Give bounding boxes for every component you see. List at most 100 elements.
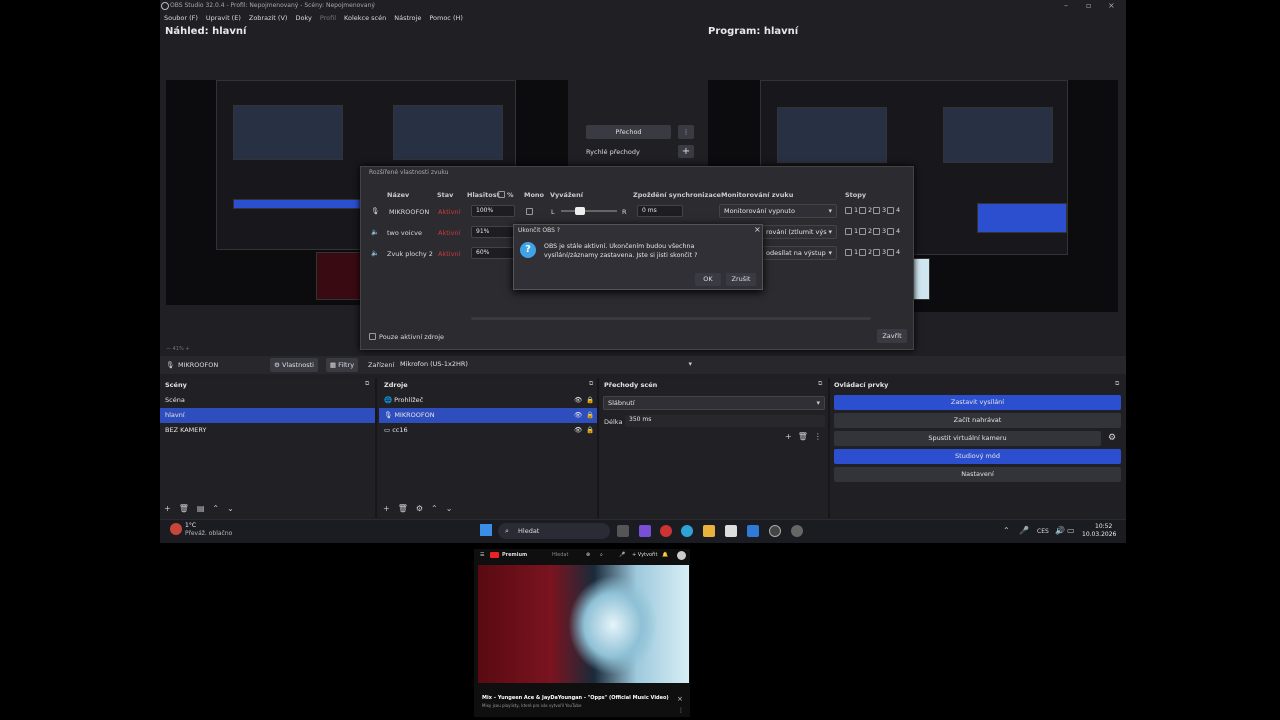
visibility-eye-icon[interactable]: 👁 [574, 408, 582, 423]
monitor-select[interactable]: rování (ztlumit výs [761, 225, 837, 239]
scene-item[interactable]: hlavní [160, 408, 375, 423]
visibility-eye-icon[interactable]: 👁 [574, 393, 582, 408]
balance-slider-handle[interactable] [575, 207, 585, 215]
file-explorer-icon[interactable] [703, 525, 715, 537]
task-view-icon[interactable] [617, 525, 629, 537]
search-icon[interactable]: ⌕ [600, 552, 603, 558]
track-checkbox[interactable] [859, 228, 866, 235]
scene-item[interactable]: BEZ KAMERY [160, 423, 375, 438]
menu-item[interactable]: Pomoc (H) [429, 12, 463, 24]
down-icon[interactable]: ⌄ [446, 504, 453, 513]
scene-item[interactable]: Scéna [160, 393, 375, 408]
filters-button[interactable]: ▦ Filtry [326, 358, 358, 372]
edge-icon[interactable] [681, 525, 693, 537]
mic-icon[interactable]: 🎤 [619, 552, 625, 558]
source-item[interactable]: 🎙 MIKROOFON 👁 🔒 [379, 408, 597, 423]
lock-icon[interactable]: 🔒 [586, 408, 594, 423]
track-checkbox[interactable] [887, 207, 894, 214]
duration-spinbox[interactable]: 350 ms [625, 415, 825, 427]
close-icon[interactable]: × [1108, 0, 1115, 12]
trash-icon[interactable]: 🗑 [798, 432, 808, 441]
confirm-ok-button[interactable]: OK [695, 273, 721, 286]
trash-icon[interactable]: 🗑 [398, 504, 408, 513]
maximize-icon[interactable]: ▫ [1086, 0, 1091, 12]
device-select[interactable]: Mikrofon (US-1x2HR) [396, 358, 696, 372]
balance-slider[interactable] [561, 207, 617, 215]
language-indicator[interactable]: CES [1037, 528, 1049, 535]
up-icon[interactable]: ⌃ [212, 504, 219, 513]
properties-button[interactable]: ⚙ Vlastnosti [270, 358, 318, 372]
transition-button[interactable]: Přechod [586, 125, 671, 139]
close-icon[interactable]: ⊗ [586, 552, 590, 558]
tray-chevron-icon[interactable]: ⌃ [1003, 526, 1010, 535]
monitor-select[interactable]: Monitorování vypnuto [719, 204, 837, 218]
menu-item[interactable]: Kolekce scén [344, 12, 386, 24]
notifications-icon[interactable]: 🔔 [662, 552, 668, 558]
add-icon[interactable]: + [164, 504, 171, 513]
create-button[interactable]: + Vytvořit [632, 552, 657, 558]
filter-icon[interactable]: ▤ [197, 504, 205, 513]
close-icon[interactable]: × [677, 695, 683, 703]
settings-taskbar-icon[interactable] [791, 525, 803, 537]
menu-icon[interactable]: ☰ [480, 552, 484, 558]
more-icon[interactable]: ⋮ [814, 432, 822, 441]
lock-icon[interactable]: 🔒 [586, 393, 594, 408]
add-quick-transition-icon[interactable]: + [678, 145, 694, 158]
gear-icon[interactable]: ⚙ [416, 504, 423, 513]
transition-type-select[interactable]: Slábnutí [603, 396, 825, 410]
track-checkbox[interactable] [887, 249, 894, 256]
add-icon[interactable]: + [785, 432, 792, 441]
menu-item[interactable]: Soubor (F) [164, 12, 198, 24]
transition-menu-icon[interactable]: ⋮ [678, 125, 694, 139]
track-checkbox[interactable] [845, 249, 852, 256]
monitor-select[interactable]: odesílat na výstup [761, 246, 837, 260]
app-icon[interactable] [660, 525, 672, 537]
control-button[interactable]: Nastavení [834, 467, 1121, 482]
down-icon[interactable]: ⌄ [227, 504, 234, 513]
copilot-icon[interactable] [639, 525, 651, 537]
track-checkbox[interactable] [887, 228, 894, 235]
lock-icon[interactable]: 🔒 [586, 423, 594, 438]
confirm-cancel-button[interactable]: Zrušit [726, 273, 756, 286]
video-title[interactable]: Mix – Yungeen Ace & JayDaYoungan - "Opps… [482, 695, 682, 701]
only-active-checkbox[interactable] [369, 333, 376, 340]
avatar[interactable] [677, 551, 686, 560]
more-icon[interactable]: ⋮ [678, 707, 684, 714]
clock-date[interactable]: 10.03.2026 [1082, 531, 1116, 538]
trash-icon[interactable]: 🗑 [179, 504, 189, 513]
sync-offset-spinbox[interactable]: 0 ms [637, 205, 683, 217]
store-icon[interactable] [725, 525, 737, 537]
virtual-cam-settings-icon[interactable]: ⚙ [1108, 433, 1116, 443]
menu-item[interactable]: Upravit (E) [206, 12, 241, 24]
track-checkbox[interactable] [873, 249, 880, 256]
up-icon[interactable]: ⌃ [431, 504, 438, 513]
control-button[interactable]: Spustit virtuální kameru [834, 431, 1101, 446]
control-button[interactable]: Začít nahrávat [834, 413, 1121, 428]
windows-start-icon[interactable] [480, 524, 492, 536]
microphone-tray-icon[interactable]: 🎤 [1019, 526, 1029, 535]
taskbar-search[interactable]: ⌕ Hledat [498, 523, 610, 539]
visibility-eye-icon[interactable]: 👁 [574, 423, 582, 438]
horizontal-scrollbar[interactable] [471, 317, 871, 320]
track-checkbox[interactable] [859, 249, 866, 256]
clock-time[interactable]: 10:52 [1095, 523, 1112, 530]
confirm-close-icon[interactable]: × [754, 225, 761, 234]
dock-float-icon[interactable]: ⧉ [1115, 380, 1119, 388]
track-checkbox[interactable] [859, 207, 866, 214]
yt-search-placeholder[interactable]: Hledat [552, 552, 568, 558]
add-icon[interactable]: + [383, 504, 390, 513]
dock-float-icon[interactable]: ⧉ [365, 380, 369, 388]
volume-spinbox[interactable]: 91% [471, 226, 515, 238]
control-button[interactable]: Zastavit vysílání [834, 395, 1121, 410]
track-checkbox[interactable] [845, 228, 852, 235]
battery-tray-icon[interactable]: ▭ [1067, 526, 1075, 535]
track-checkbox[interactable] [873, 207, 880, 214]
dock-float-icon[interactable]: ⧉ [589, 380, 593, 388]
close-dialog-button[interactable]: Zavřít [877, 329, 907, 343]
minimize-icon[interactable]: – [1064, 0, 1068, 12]
menu-item[interactable]: Profil [320, 12, 336, 24]
mail-icon[interactable] [747, 525, 759, 537]
source-item[interactable]: 🌐 Prohlížeč 👁 🔒 [379, 393, 597, 408]
source-item[interactable]: ▭ cc16 👁 🔒 [379, 423, 597, 438]
volume-spinbox[interactable]: 60% [471, 247, 515, 259]
